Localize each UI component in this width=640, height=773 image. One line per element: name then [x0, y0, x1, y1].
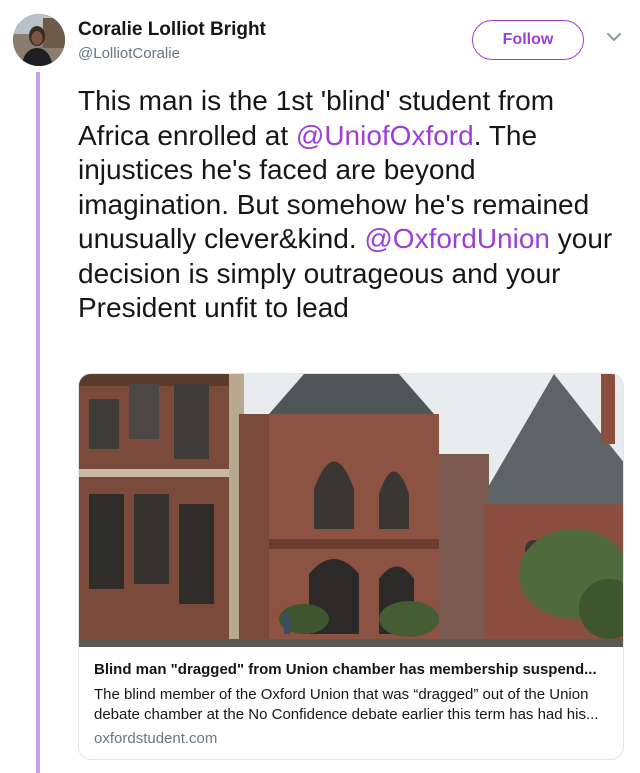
- card-image[interactable]: [79, 374, 624, 647]
- link-card[interactable]: Blind man "dragged" from Union chamber h…: [78, 373, 624, 760]
- author-name[interactable]: Coralie Lolliot Bright: [78, 19, 266, 41]
- thread-line: [36, 72, 40, 773]
- avatar-image: [13, 14, 65, 66]
- chevron-down-icon[interactable]: [606, 31, 622, 43]
- follow-button[interactable]: Follow: [472, 20, 584, 60]
- author-handle[interactable]: @LolliotCoralie: [78, 45, 180, 62]
- tweet-text: This man is the 1st 'blind' student from…: [78, 84, 618, 326]
- card-title[interactable]: Blind man "dragged" from Union chamber h…: [94, 661, 614, 678]
- mention-link-oxfordunion[interactable]: @OxfordUnion: [364, 223, 550, 254]
- avatar[interactable]: [13, 14, 65, 66]
- card-domain[interactable]: oxfordstudent.com: [94, 730, 217, 747]
- card-description: The blind member of the Oxford Union tha…: [94, 686, 599, 723]
- mention-link-uniofoxford[interactable]: @UniofOxford: [296, 120, 474, 151]
